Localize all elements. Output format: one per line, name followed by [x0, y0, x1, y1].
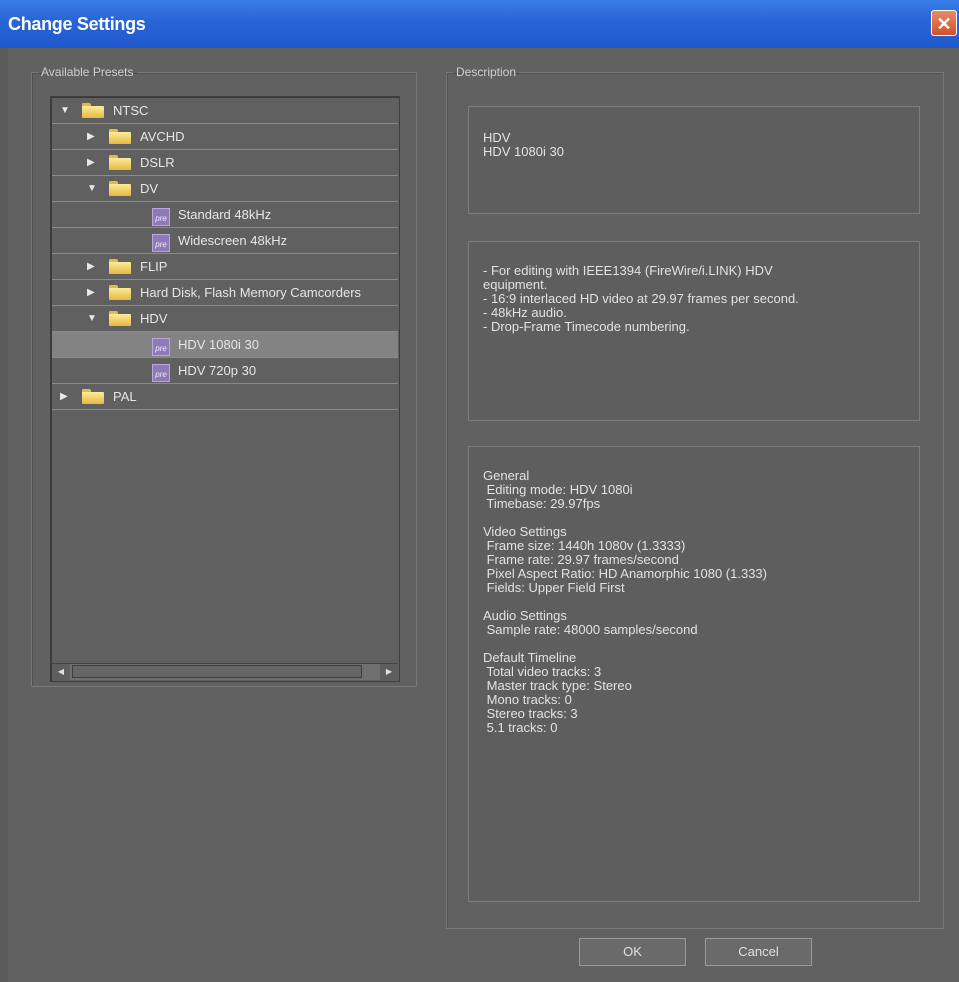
tree-item-label: AVCHD — [140, 129, 185, 144]
description-settings-panel: General Editing mode: HDV 1080i Timebase… — [468, 446, 920, 902]
tree-item[interactable]: ▼ DV — [52, 176, 398, 202]
preset-file-icon: pre — [152, 208, 170, 226]
collapsed-arrow-icon[interactable]: ▶ — [87, 157, 95, 168]
preset-file-icon: pre — [152, 338, 170, 356]
presets-tree[interactable]: ◀ ▶ ▼ NTSC ▶ AVCHD ▶ DSLR ▼ DV pre Standard 48kHz… — [50, 96, 400, 682]
tree-item[interactable]: ▼ HDV — [52, 306, 398, 332]
tree-item-label: HDV — [140, 311, 168, 326]
folder-icon — [109, 259, 131, 274]
scrollbar-thumb[interactable] — [72, 665, 362, 678]
tree-item[interactable]: ▶ PAL — [52, 384, 398, 410]
tree-item[interactable]: pre HDV 1080i 30 — [52, 332, 398, 358]
folder-icon — [109, 129, 131, 144]
folder-icon — [82, 103, 104, 118]
scroll-right-icon[interactable]: ▶ — [380, 664, 398, 680]
description-summary-text: HDV HDV 1080i 30 — [483, 130, 564, 159]
description-details-panel: - For editing with IEEE1394 (FireWire/i.… — [468, 241, 920, 421]
available-presets-legend: Available Presets — [41, 65, 134, 79]
expanded-arrow-icon[interactable]: ▼ — [87, 183, 97, 194]
collapsed-arrow-icon[interactable]: ▶ — [87, 287, 95, 298]
tree-item-label: Standard 48kHz — [178, 207, 272, 222]
tree-item[interactable]: pre Widescreen 48kHz — [52, 228, 398, 254]
description-legend: Description — [456, 65, 517, 79]
folder-icon — [82, 389, 104, 404]
tree-item[interactable]: ▶ FLIP — [52, 254, 398, 280]
expanded-arrow-icon[interactable]: ▼ — [60, 105, 70, 116]
dialog-body: Available Presets ◀ ▶ ▼ NTSC ▶ AVCHD ▶ DSLR ▼ D… — [8, 48, 959, 982]
folder-icon — [109, 285, 131, 300]
tree-item-label: NTSC — [113, 103, 149, 118]
description-settings-text: General Editing mode: HDV 1080i Timebase… — [483, 468, 767, 735]
tree-item-label: Hard Disk, Flash Memory Camcorders — [140, 285, 362, 300]
close-button[interactable]: ✕ — [931, 10, 957, 36]
tree-item[interactable]: pre Standard 48kHz — [52, 202, 398, 228]
tree-item-label: PAL — [113, 389, 137, 404]
folder-icon — [109, 181, 131, 196]
collapsed-arrow-icon[interactable]: ▶ — [87, 261, 95, 272]
preset-file-icon: pre — [152, 364, 170, 382]
cancel-button[interactable]: Cancel — [705, 938, 812, 966]
tree-item-label: DSLR — [140, 155, 175, 170]
preset-file-icon: pre — [152, 234, 170, 252]
tree-item-label: FLIP — [140, 259, 168, 274]
collapsed-arrow-icon[interactable]: ▶ — [87, 131, 95, 142]
description-details-text: - For editing with IEEE1394 (FireWire/i.… — [483, 263, 799, 334]
tree-item[interactable]: ▼ NTSC — [52, 98, 398, 124]
tree-item-label: HDV 720p 30 — [178, 363, 257, 378]
expanded-arrow-icon[interactable]: ▼ — [87, 313, 97, 324]
tree-item[interactable]: ▶ Hard Disk, Flash Memory Camcorders — [52, 280, 398, 306]
scroll-left-icon[interactable]: ◀ — [52, 664, 70, 680]
tree-item-label: HDV 1080i 30 — [178, 337, 259, 352]
window-title: Change Settings — [8, 14, 146, 34]
ok-button[interactable]: OK — [579, 938, 686, 966]
description-summary-panel: HDV HDV 1080i 30 — [468, 106, 920, 214]
tree-item-label: DV — [140, 181, 159, 196]
tree-item[interactable]: ▶ AVCHD — [52, 124, 398, 150]
folder-icon — [109, 155, 131, 170]
tree-item[interactable]: ▶ DSLR — [52, 150, 398, 176]
collapsed-arrow-icon[interactable]: ▶ — [60, 391, 68, 402]
horizontal-scrollbar[interactable]: ◀ ▶ — [52, 663, 398, 680]
folder-icon — [109, 311, 131, 326]
tree-item-label: Widescreen 48kHz — [178, 233, 288, 248]
title-bar: Change Settings ✕ — [0, 0, 959, 48]
tree-item[interactable]: pre HDV 720p 30 — [52, 358, 398, 384]
